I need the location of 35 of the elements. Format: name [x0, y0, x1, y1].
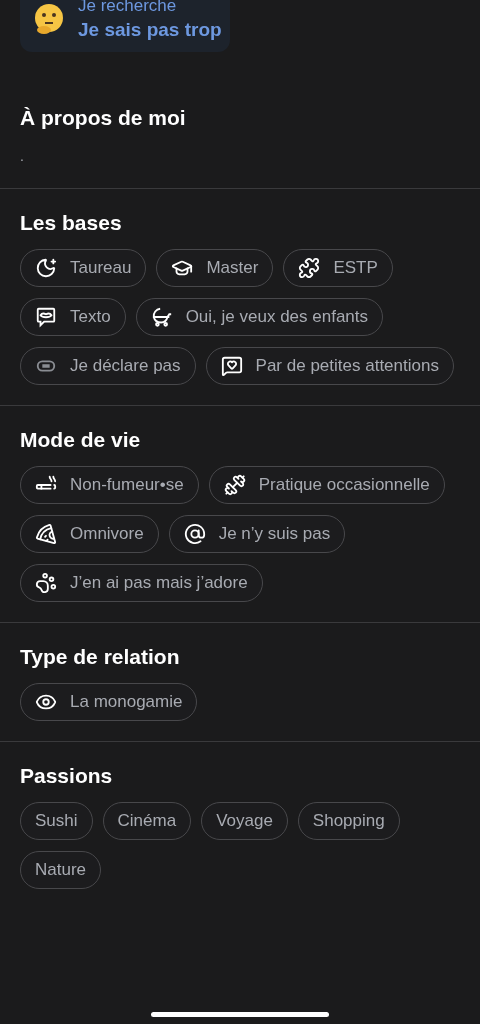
interest-tag: Cinéma [102, 802, 192, 840]
profile-chip: J’en ai pas mais j’adore [20, 564, 263, 602]
moon-stars-icon [35, 257, 57, 279]
stroller-icon [150, 306, 173, 328]
profile-chip: Non-fumeur•se [20, 466, 199, 504]
interest-tag: Shopping [297, 802, 400, 840]
looking-for-value: Je sais pas trop [78, 18, 222, 42]
profile-chip: Je déclare pas [20, 347, 196, 385]
section-heading: Type de relation [20, 644, 180, 670]
profile-chip: ESTP [283, 249, 393, 287]
interest-tag: Nature [20, 851, 102, 889]
paw-print-icon [35, 572, 57, 594]
pizza-icon [35, 523, 57, 545]
interest-tag: Voyage [201, 802, 288, 840]
profile-chip: Par de petites attentions [205, 347, 454, 385]
lips-message-icon [35, 306, 57, 328]
profile-chip: Texto [20, 298, 126, 336]
about-text: . [20, 148, 24, 164]
profile-chip: Pratique occasionnelle [208, 466, 445, 504]
thinking-emoji-icon [32, 3, 66, 37]
profile-chip: La monogamie [20, 683, 198, 721]
profile-chip: Je n’y suis pas [168, 515, 346, 553]
at-sign-icon [183, 523, 206, 545]
profile-chip: Taureau [20, 249, 147, 287]
profile-chip: Omnivore [20, 515, 159, 553]
heart-message-icon [220, 355, 243, 377]
section-heading: Passions [20, 763, 113, 789]
dumbbell-icon [223, 474, 246, 496]
section-heading: Les bases [20, 210, 122, 236]
profile-chip: Oui, je veux des enfants [135, 298, 384, 336]
interest-tag: Sushi [20, 802, 93, 840]
puzzle-icon [298, 257, 321, 279]
profile-chip: Master [156, 249, 274, 287]
section-heading: À propos de moi [20, 105, 186, 131]
section-heading: Mode de vie [20, 427, 141, 453]
